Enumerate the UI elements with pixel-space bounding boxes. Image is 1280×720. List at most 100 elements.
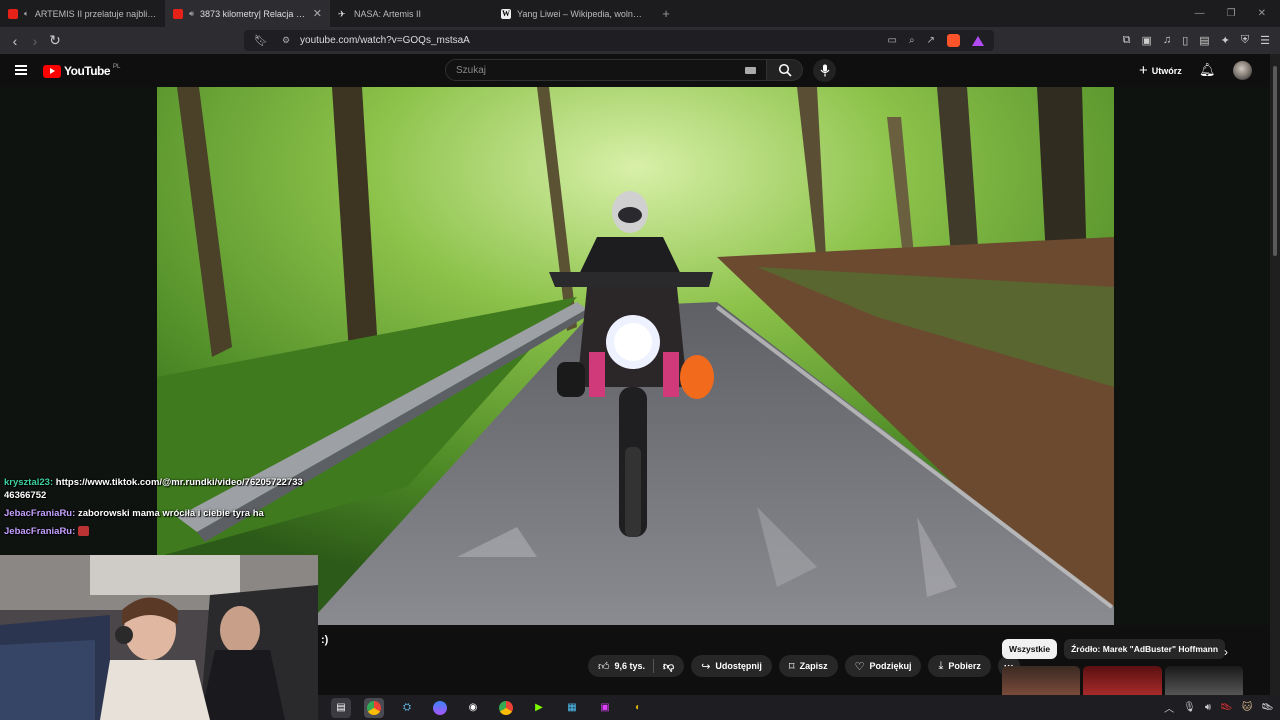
extensions-icon[interactable]: ⧉ [1123, 34, 1131, 47]
game-launcher-icon[interactable]: ▣ [595, 698, 615, 718]
new-tab-button[interactable]: + [653, 0, 679, 27]
like-button[interactable]: 👍︎ 9,6 tys. [588, 659, 655, 673]
brave-shields-icon[interactable] [947, 34, 960, 47]
video-thumbnail[interactable] [1164, 666, 1243, 695]
minimize-icon[interactable]: — [1195, 8, 1205, 19]
account-avatar[interactable] [1233, 61, 1252, 80]
chat-username: JebacFraniaRu [4, 508, 73, 519]
chat-message: krysztal23: https://www.tiktok.com/@mr.r… [4, 477, 303, 501]
download-button[interactable]: ⤓ Pobierz [928, 655, 991, 677]
save-label: Zapisz [799, 661, 828, 671]
cat-tray-icon[interactable]: 🐱︎ [1242, 702, 1252, 713]
youtube-logo[interactable]: YouTube PL [43, 64, 120, 78]
thumbs-down-icon: 👎︎ [663, 660, 675, 673]
window-controls: — ❐ ✕ [1195, 0, 1280, 27]
sidebar-icon[interactable]: ▯ [1182, 34, 1188, 47]
sneaker-tray-icon[interactable]: 👟︎ [1261, 702, 1274, 713]
like-dislike-group: 👍︎ 9,6 tys. 👎︎ [588, 655, 685, 677]
menu-icon[interactable]: ☰ [1260, 34, 1270, 47]
reload-icon[interactable]: ↻ [45, 32, 65, 49]
dislike-button[interactable]: 👎︎ [654, 660, 684, 673]
save-button[interactable]: ⌑ Zapisz [778, 655, 838, 677]
vpn-icon[interactable]: ⛨ [1241, 34, 1249, 47]
thanks-button[interactable]: ♡ Podziękuj [844, 655, 922, 677]
page-scrollbar[interactable] [1270, 54, 1280, 695]
chrome-browser-icon[interactable] [364, 697, 384, 718]
stream-chat-overlay: krysztal23: https://www.tiktok.com/@mr.r… [4, 476, 304, 543]
video-stage [0, 87, 1270, 625]
speaker-icon[interactable]: 🔊︎ [189, 9, 194, 19]
kick-icon[interactable]: ▶ [529, 698, 549, 718]
chat-message: JebacFraniaRu: zaborowski mama wróciła i… [4, 508, 264, 519]
share-button[interactable]: ↪ Udostępnij [691, 655, 772, 677]
bookmark-save-icon: ⌑ [788, 660, 795, 673]
video-thumbnail[interactable] [1002, 666, 1081, 695]
tray-expand-icon[interactable]: ︿ [1164, 700, 1174, 715]
back-icon[interactable]: ‹ [5, 33, 25, 49]
restore-icon[interactable]: ❐ [1227, 8, 1236, 19]
voice-search-button[interactable] [813, 59, 836, 82]
scrollbar-thumb[interactable] [1273, 66, 1277, 256]
wikipedia-favicon-icon: W [501, 8, 511, 19]
create-button[interactable]: + Utwórz [1131, 61, 1190, 80]
chip-source[interactable]: Źródło: Marek "AdBuster" Hoffmann [1064, 639, 1226, 659]
video-frame-motorcycle-forest [157, 87, 1114, 625]
chevron-right-icon[interactable]: › [1224, 645, 1228, 659]
keyboard-icon[interactable] [745, 66, 756, 74]
microphone-tray-icon[interactable]: 🎙︎ [1183, 702, 1196, 713]
shoe-tray-icon[interactable]: 👟︎ [1220, 702, 1233, 713]
chat-message: JebacFraniaRu: [4, 525, 304, 538]
like-count: 9,6 tys. [614, 661, 646, 671]
screenshot-icon[interactable]: ▣ [1142, 34, 1152, 47]
tab-title: 3873 kilometry| Relacja z niezwykłej [200, 8, 307, 19]
share-page-icon[interactable]: ↗ [927, 35, 935, 46]
zoom-icon[interactable]: ⌕ [909, 35, 915, 46]
download-label: Pobierz [948, 661, 981, 671]
notifications-bell-icon[interactable]: 🔔︎ [1199, 62, 1216, 78]
video-thumbnail[interactable] [1083, 666, 1162, 695]
brave-rewards-icon[interactable] [972, 35, 984, 46]
obs-icon[interactable]: ◉ [463, 698, 483, 718]
muted-speaker-icon[interactable]: 🔈︎ [24, 9, 29, 19]
chat-username: JebacFraniaRu [4, 526, 73, 537]
tab-wikipedia[interactable]: W Yang Liwei – Wikipedia, wolna encyklop… [493, 0, 653, 27]
search-button[interactable] [767, 59, 803, 81]
chip-all[interactable]: Wszystkie [1002, 639, 1058, 659]
tab-title: Yang Liwei – Wikipedia, wolna encykloped… [517, 8, 645, 19]
video-title-fragment: :) [321, 634, 329, 646]
video-actions: 👍︎ 9,6 tys. 👎︎ ↪ Udostępnij ⌑ Zapisz ♡ P… [588, 655, 1020, 677]
url-text[interactable]: youtube.com/watch?v=GOQs_mstsaA [300, 35, 888, 46]
video-player[interactable] [157, 87, 1114, 625]
mail-icon[interactable]: ▦ [562, 698, 582, 718]
youtube-favicon-icon [8, 8, 18, 19]
close-tab-icon[interactable]: ✕ [313, 7, 322, 20]
search-box[interactable] [445, 59, 767, 81]
ai-assistant-icon[interactable]: ✦ [1221, 34, 1230, 47]
hamburger-menu-icon[interactable] [15, 65, 27, 75]
thanks-label: Podziękuj [869, 661, 912, 671]
address-bar[interactable]: 🔖︎ ⚙︎ youtube.com/watch?v=GOQs_mstsaA ▭ … [244, 30, 994, 51]
wallet-icon[interactable]: ▤ [1199, 34, 1209, 47]
youtube-play-icon [43, 64, 61, 78]
file-explorer-icon[interactable]: ▤ [331, 697, 351, 718]
youtube-favicon-icon [173, 8, 183, 19]
bookmark-icon[interactable]: 🔖︎ [254, 34, 268, 47]
tab-relacja[interactable]: 🔊︎ 3873 kilometry| Relacja z niezwykłej … [165, 0, 330, 27]
youtube-wordmark: YouTube [64, 64, 111, 78]
nasa-favicon-icon: ✈︎ [338, 8, 346, 19]
tab-nasa[interactable]: ✈︎ NASA: Artemis II [330, 0, 493, 27]
audio-app-icon[interactable]: ◐ [628, 698, 648, 718]
streamer-webcam [0, 555, 318, 720]
tab-artemis[interactable]: 🔈︎ ARTEMIS II przelatuje najbliżej Księż… [0, 0, 165, 27]
close-window-icon[interactable]: ✕ [1258, 8, 1266, 19]
cast-icon[interactable]: ▭ [888, 35, 897, 46]
music-icon[interactable]: ♫ [1163, 34, 1171, 47]
site-settings-icon[interactable]: ⚙︎ [282, 35, 290, 46]
chat-emote-icon [77, 526, 89, 537]
google-chrome-icon[interactable] [496, 698, 516, 718]
volume-icon[interactable]: 🔊︎ [1205, 702, 1211, 713]
forward-icon[interactable]: › [25, 33, 45, 49]
search-input[interactable] [456, 64, 745, 76]
steam-icon[interactable]: ⛭ [397, 698, 417, 718]
messenger-icon[interactable] [430, 698, 450, 718]
